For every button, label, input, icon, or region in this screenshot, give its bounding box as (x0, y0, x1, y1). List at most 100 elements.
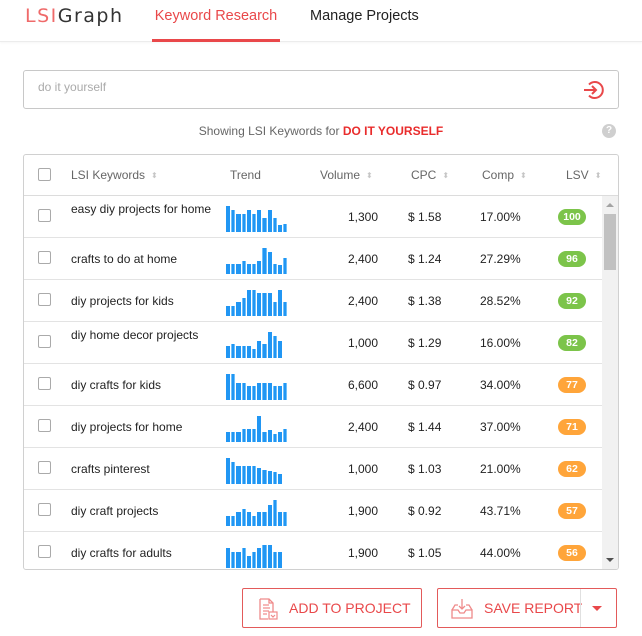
trend-sparkline (226, 500, 290, 526)
lsigraph-logo[interactable]: LSIGraph (25, 5, 124, 27)
row-checkbox[interactable] (38, 335, 51, 348)
trend-bar (236, 214, 241, 232)
comp-cell: 16.00% (480, 336, 521, 350)
trend-bar (231, 552, 236, 568)
trend-bar (226, 432, 231, 442)
cpc-cell: $ 1.24 (408, 252, 442, 266)
trend-bar (226, 458, 231, 484)
scroll-down-arrow-icon[interactable] (606, 558, 614, 562)
trend-bar (277, 474, 283, 484)
trend-sparkline (226, 248, 290, 274)
volume-cell: 1,300 (347, 210, 378, 224)
trend-bar (257, 512, 262, 526)
trend-bar (283, 224, 288, 232)
column-header-volume[interactable]: Volume ⬍ (320, 168, 373, 182)
trend-bar (272, 264, 277, 274)
trend-sparkline (226, 206, 290, 232)
trend-sparkline (226, 374, 290, 400)
trend-bar (231, 210, 236, 232)
lsv-badge: 100 (558, 209, 586, 225)
table-row[interactable]: diy projects for kids 2,400 $ 1.38 28.52% 92 (24, 280, 602, 322)
column-header-comp[interactable]: Comp ⬍ (482, 168, 527, 182)
trend-bar (241, 383, 246, 400)
row-checkbox[interactable] (38, 461, 51, 474)
trend-bar (267, 252, 272, 274)
cpc-cell: $ 1.05 (408, 546, 442, 560)
save-options-dropdown-caret-icon[interactable] (592, 606, 602, 611)
select-all-checkbox[interactable] (38, 168, 51, 181)
trend-bar (251, 214, 257, 232)
column-header-lsv[interactable]: LSV ⬍ (566, 168, 601, 182)
add-to-project-button[interactable]: ADD TO PROJECT (242, 588, 422, 628)
row-checkbox[interactable] (38, 293, 51, 306)
sort-icon: ⬍ (151, 171, 158, 180)
document-add-icon (257, 598, 279, 623)
keyword-cell: crafts to do at home (71, 252, 178, 266)
table-row[interactable]: diy projects for home 2,400 $ 1.44 37.00% 71 (24, 406, 602, 448)
table-row[interactable]: diy crafts for kids 6,600 $ 0.97 34.00% 77 (24, 364, 602, 406)
lsv-badge: 77 (558, 377, 586, 393)
row-checkbox[interactable] (38, 503, 51, 516)
row-checkbox[interactable] (38, 209, 51, 222)
cpc-cell: $ 0.97 (408, 378, 442, 392)
trend-bar (262, 512, 267, 526)
scroll-up-arrow-icon[interactable] (606, 203, 614, 207)
trend-bar (226, 264, 231, 274)
column-header-lsi-keywords[interactable]: LSI Keywords ⬍ (71, 168, 158, 182)
sign-in-arrow-icon[interactable] (582, 79, 604, 101)
trend-bar (226, 346, 231, 358)
trend-bar (246, 466, 251, 484)
table-header: LSI Keywords ⬍ Trend Volume ⬍ CPC ⬍ Comp ⬍ L… (24, 155, 618, 196)
keyword-cell: diy craft projects (71, 504, 159, 518)
column-label: CPC (411, 168, 437, 182)
volume-cell: 2,400 (347, 294, 378, 308)
comp-cell: 34.00% (480, 378, 521, 392)
tab-keyword-research[interactable]: Keyword Research (152, 7, 280, 42)
button-divider (580, 589, 581, 627)
table-body: easy diy projects for home 1,300 $ 1.58 17.… (24, 196, 602, 569)
trend-sparkline (226, 290, 290, 316)
trend-bar (236, 466, 241, 484)
table-row[interactable]: easy diy projects for home 1,300 $ 1.58 17.… (24, 196, 602, 238)
volume-cell: 6,600 (347, 378, 378, 392)
table-row[interactable]: crafts to do at home 2,400 $ 1.24 27.29% 96 (24, 238, 602, 280)
comp-cell: 21.00% (480, 462, 521, 476)
table-row[interactable]: diy home decor projects 1,000 $ 1.29 16.00%… (24, 322, 602, 364)
cpc-cell: $ 0.92 (408, 504, 442, 518)
save-report-button[interactable]: SAVE REPORT (437, 588, 617, 628)
comp-cell: 17.00% (480, 210, 521, 224)
trend-bar (257, 468, 262, 484)
row-checkbox[interactable] (38, 377, 51, 390)
trend-bar (246, 429, 251, 442)
trend-bar (262, 383, 267, 400)
trend-bar (251, 264, 257, 274)
table-row[interactable]: diy craft projects 1,900 $ 0.92 43.71% 57 (24, 490, 602, 532)
inbox-download-icon (450, 598, 474, 623)
top-navigation-bar: LSIGraph Keyword Research Manage Project… (0, 0, 642, 42)
help-icon[interactable]: ? (602, 124, 616, 138)
table-scrollbar[interactable] (602, 196, 618, 569)
row-checkbox[interactable] (38, 545, 51, 558)
tab-manage-projects[interactable]: Manage Projects (310, 7, 419, 42)
trend-bar (246, 346, 251, 358)
column-label: Comp (482, 168, 515, 182)
row-checkbox[interactable] (38, 419, 51, 432)
trend-sparkline (226, 458, 290, 484)
trend-bar (262, 248, 267, 274)
trend-bar (262, 344, 267, 358)
column-label: LSI Keywords (71, 168, 146, 182)
trend-sparkline (226, 542, 290, 568)
scrollbar-thumb[interactable] (604, 214, 616, 270)
table-row[interactable]: crafts pinterest 1,000 $ 1.03 21.00% 62 (24, 448, 602, 490)
trend-bar (236, 432, 241, 442)
trend-bar (267, 505, 272, 526)
trend-bar (283, 302, 288, 316)
comp-cell: 37.00% (480, 420, 521, 434)
trend-bar (231, 432, 236, 442)
table-row[interactable]: diy crafts for adults 1,900 $ 1.05 44.00% 56 (24, 532, 602, 569)
volume-cell: 1,900 (347, 504, 378, 518)
row-checkbox[interactable] (38, 251, 51, 264)
trend-bar (283, 429, 288, 442)
column-header-cpc[interactable]: CPC ⬍ (411, 168, 449, 182)
keyword-search-input[interactable] (38, 80, 558, 94)
